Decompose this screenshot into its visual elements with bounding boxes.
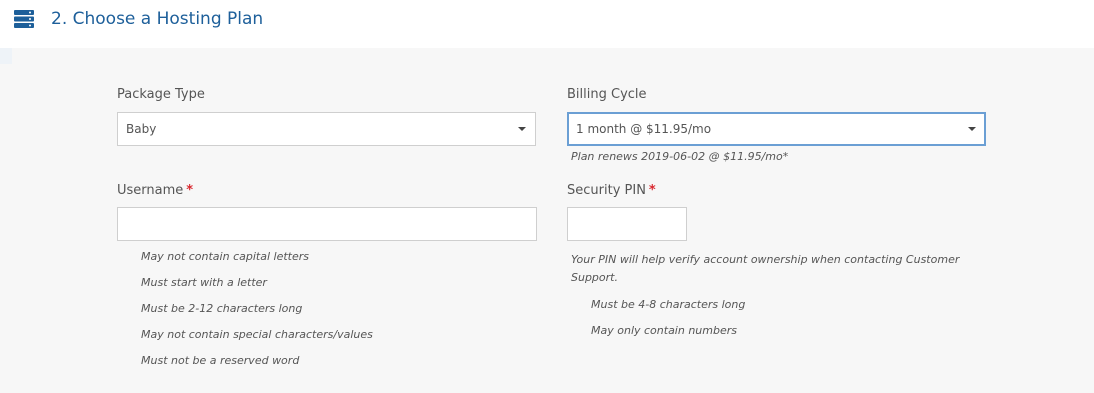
username-label-text: Username bbox=[117, 183, 184, 198]
security-pin-rule: Must be 4-8 characters long bbox=[591, 298, 746, 311]
package-type-select[interactable]: Baby bbox=[117, 112, 536, 146]
security-pin-label-text: Security PIN bbox=[567, 183, 646, 198]
security-pin-rule: May only contain numbers bbox=[591, 324, 737, 337]
server-stack-icon bbox=[14, 10, 34, 28]
security-pin-input[interactable] bbox=[567, 207, 687, 241]
section-title: 2. Choose a Hosting Plan bbox=[51, 9, 264, 29]
username-rule: Must be 2-12 characters long bbox=[141, 302, 303, 315]
left-edge-strip bbox=[0, 48, 12, 64]
section-header: 2. Choose a Hosting Plan bbox=[0, 0, 1094, 48]
billing-cycle-value: 1 month @ $11.95/mo bbox=[576, 122, 712, 136]
username-label: Username * bbox=[117, 183, 193, 198]
package-type-label: Package Type bbox=[117, 87, 205, 102]
security-pin-description: Your PIN will help verify account owners… bbox=[571, 253, 960, 284]
required-marker: * bbox=[186, 183, 194, 198]
billing-cycle-select[interactable]: 1 month @ $11.95/mo bbox=[567, 112, 986, 146]
username-input[interactable] bbox=[117, 207, 537, 241]
required-marker: * bbox=[648, 183, 656, 198]
security-pin-label: Security PIN * bbox=[567, 183, 656, 198]
renewal-note: Plan renews 2019-06-02 @ $11.95/mo* bbox=[571, 150, 789, 163]
chevron-down-icon bbox=[518, 127, 526, 131]
billing-cycle-label: Billing Cycle bbox=[567, 87, 647, 102]
username-rule: Must not be a reserved word bbox=[141, 354, 300, 367]
package-type-value: Baby bbox=[126, 122, 157, 136]
chevron-down-icon bbox=[968, 127, 976, 131]
username-rule: Must start with a letter bbox=[141, 276, 267, 289]
username-rule: May not contain special characters/value… bbox=[141, 328, 373, 341]
username-rule: May not contain capital letters bbox=[141, 250, 309, 263]
